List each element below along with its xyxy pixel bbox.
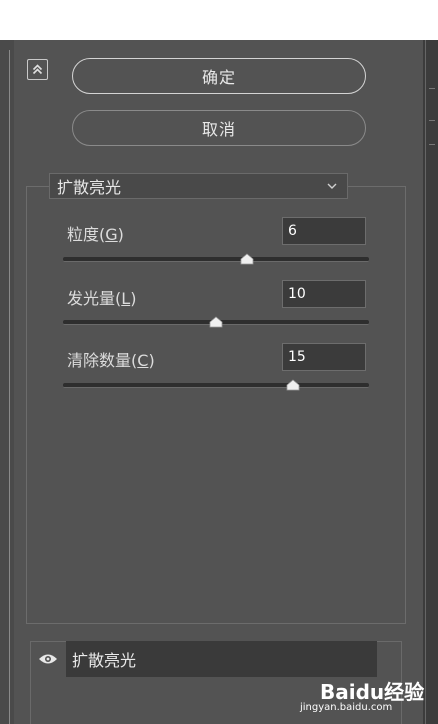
clear-amount-slider-thumb[interactable] [286,379,300,391]
eye-icon [39,654,57,664]
baidu-watermark: Baidu经验 jingyan.baidu.com [300,676,430,722]
clear-amount-slider[interactable] [63,383,369,388]
chevron-double-up-icon [32,64,43,75]
glow-amount-slider-thumb[interactable] [209,316,223,328]
ok-button[interactable]: 确定 [72,58,366,94]
clear-amount-label: 清除数量(C) [67,351,155,370]
cancel-button[interactable]: 取消 [72,110,366,146]
collapse-button[interactable] [27,59,48,80]
glow-amount-input[interactable]: 10 [282,280,366,308]
glow-amount-input-value: 10 [288,286,306,302]
right-divider [425,40,426,724]
filter-select[interactable]: 扩散亮光 [49,173,348,199]
panel-tick [429,144,435,145]
grain-shortcut-key: G [105,225,118,244]
left-panel-edge [0,40,14,724]
panel-tick [429,120,435,121]
watermark-logo: Baidu经验 [320,680,425,704]
filter-select-value: 扩散亮光 [57,178,122,197]
watermark-url: jingyan.baidu.com [300,702,393,713]
clear-amount-input[interactable]: 15 [282,343,366,371]
filter-layer-row[interactable]: 扩散亮光 [30,641,377,677]
right-panel-edge [423,40,438,724]
glow-amount-label: 发光量(L) [67,289,137,308]
grain-label: 粒度(G) [67,225,124,244]
visibility-toggle[interactable] [30,641,66,677]
grain-input-value: 6 [288,223,297,239]
clear-amount-label-text: 清除数量 [67,351,132,370]
grain-label-text: 粒度 [67,225,100,244]
clear-amount-shortcut-key: C [137,351,149,370]
top-bar [0,0,438,40]
glow-amount-label-text: 发光量 [67,289,116,308]
grain-slider-thumb[interactable] [240,253,254,265]
glow-amount-shortcut-key: L [121,289,131,308]
chevron-down-icon [327,183,337,189]
grain-slider[interactable] [63,257,369,262]
grain-input[interactable]: 6 [282,217,366,245]
filter-layer-name: 扩散亮光 [66,641,377,677]
panel-tick [429,88,435,89]
clear-amount-input-value: 15 [288,349,306,365]
left-divider [9,50,10,724]
filter-settings-group [26,186,406,624]
